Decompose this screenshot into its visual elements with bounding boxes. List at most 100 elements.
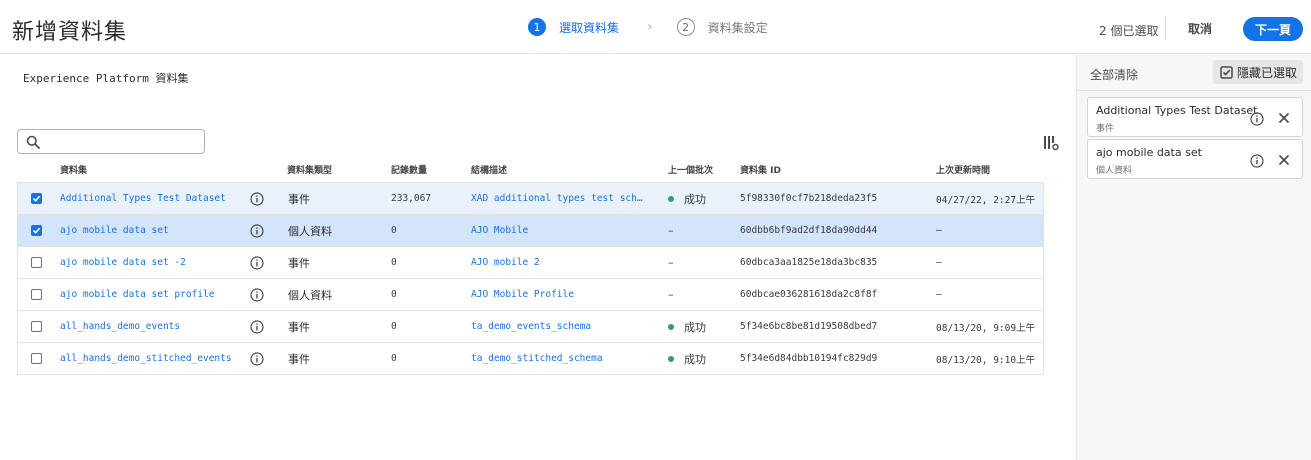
dataset-id: 5f34e6d84dbb10194fc829d9: [740, 353, 878, 364]
status-dot-icon: [668, 195, 674, 202]
last-batch-status: 成功: [668, 343, 728, 374]
row-checkbox[interactable]: [31, 183, 43, 214]
step-number: 1: [528, 18, 546, 36]
info-icon[interactable]: [1250, 154, 1264, 168]
schema-link[interactable]: AJO Mobile Profile: [471, 279, 643, 310]
dataset-id: 60dbca3aa1825e18da3bc835: [740, 257, 878, 268]
info-icon[interactable]: [250, 255, 264, 270]
column-header-last-batch[interactable]: 上一個批次: [668, 163, 713, 176]
schema-link[interactable]: XAD additional types test sch…: [471, 183, 643, 214]
column-header-last-updated[interactable]: 上次更新時間: [936, 163, 990, 176]
info-icon[interactable]: [250, 351, 264, 366]
last-batch-status: –: [668, 279, 728, 310]
checkbox[interactable]: [31, 193, 42, 204]
step-dataset-settings[interactable]: 2 資料集設定: [676, 18, 768, 36]
column-header-dataset-id[interactable]: 資料集 ID: [740, 163, 781, 176]
info-button[interactable]: [250, 343, 266, 374]
last-batch-label: 成功: [684, 320, 706, 334]
dataset-id: 60dbcae036281618da2c8f8f: [740, 289, 878, 300]
clear-all-button[interactable]: 全部清除: [1090, 66, 1138, 83]
close-icon[interactable]: [1277, 111, 1291, 125]
dataset-name-link[interactable]: all_hands_demo_events: [60, 311, 240, 342]
row-checkbox[interactable]: [31, 215, 43, 246]
info-button[interactable]: [1250, 153, 1264, 168]
info-icon[interactable]: [250, 191, 264, 206]
info-icon[interactable]: [250, 319, 264, 334]
row-checkbox[interactable]: [31, 311, 43, 342]
column-header-dataset[interactable]: 資料集: [60, 163, 87, 176]
header: 新增資料集 1 選取資料集 › 2 資料集設定 2 個已選取 取消 下一頁: [0, 0, 1311, 54]
table-body: Additional Types Test Dataset 事件 233,067…: [17, 182, 1044, 375]
record-count: 0: [391, 257, 397, 268]
dataset-type: 事件: [288, 256, 310, 270]
row-checkbox[interactable]: [31, 279, 43, 310]
record-count: 0: [391, 321, 397, 332]
datasets-table: 資料集 資料集類型 記錄數量 結構描述 上一個批次 資料集 ID 上次更新時間 …: [17, 155, 1044, 375]
dataset-name-link[interactable]: Additional Types Test Dataset: [60, 183, 240, 214]
checkbox[interactable]: [31, 321, 42, 332]
checkbox[interactable]: [31, 257, 42, 268]
selected-count: 2 個已選取: [1099, 24, 1159, 38]
stepper: 1 選取資料集 › 2 資料集設定: [528, 18, 768, 36]
page-title: 新增資料集: [12, 20, 128, 45]
status-dot-icon: [668, 323, 674, 330]
schema-link[interactable]: AJO Mobile: [471, 215, 643, 246]
dataset-id: 5f98330f0cf7b218deda23f5: [740, 193, 878, 204]
dataset-name-link[interactable]: all_hands_demo_stitched_events: [60, 343, 240, 374]
table-header: 資料集 資料集類型 記錄數量 結構描述 上一個批次 資料集 ID 上次更新時間: [17, 155, 1044, 182]
status-dot-icon: [668, 355, 674, 362]
checkbox[interactable]: [31, 225, 42, 236]
checkbox[interactable]: [31, 353, 42, 364]
hide-selected-button[interactable]: 隱藏已選取: [1213, 60, 1303, 84]
table-row[interactable]: ajo mobile data set -2 事件 0 AJO mobile 2…: [18, 247, 1043, 279]
info-icon[interactable]: [250, 287, 264, 302]
dataset-type: 事件: [288, 320, 310, 334]
next-button[interactable]: 下一頁: [1243, 17, 1303, 41]
column-settings-icon[interactable]: [1043, 135, 1059, 151]
dataset-type: 個人資料: [288, 224, 332, 238]
dataset-name-link[interactable]: ajo mobile data set profile: [60, 279, 240, 310]
table-row[interactable]: ajo mobile data set 個人資料 0 AJO Mobile – …: [18, 215, 1043, 247]
record-count: 0: [391, 289, 397, 300]
row-checkbox[interactable]: [31, 247, 43, 278]
row-checkbox[interactable]: [31, 343, 43, 374]
search-field[interactable]: [17, 129, 205, 154]
last-batch-label: 成功: [684, 352, 706, 366]
last-updated: –: [936, 289, 942, 300]
column-header-count[interactable]: 記錄數量: [391, 163, 427, 176]
info-button[interactable]: [250, 311, 266, 342]
info-button[interactable]: [250, 215, 266, 246]
dataset-name-link[interactable]: ajo mobile data set -2: [60, 247, 240, 278]
info-icon[interactable]: [1250, 112, 1264, 126]
checkbox[interactable]: [31, 289, 42, 300]
last-updated: 08/13/20, 9:10上午: [936, 354, 1036, 366]
step-label: 選取資料集: [559, 20, 620, 35]
schema-link[interactable]: AJO mobile 2: [471, 247, 643, 278]
last-updated: –: [936, 225, 942, 236]
selected-dataset-type: 個人資料: [1096, 166, 1133, 176]
info-button[interactable]: [250, 279, 266, 310]
table-row[interactable]: all_hands_demo_events 事件 0 ta_demo_event…: [18, 311, 1043, 343]
info-button[interactable]: [1250, 111, 1264, 126]
dataset-name-link[interactable]: ajo mobile data set: [60, 215, 240, 246]
cancel-button[interactable]: 取消: [1182, 17, 1218, 39]
chevron-right-icon: ›: [647, 19, 653, 35]
table-row[interactable]: Additional Types Test Dataset 事件 233,067…: [18, 183, 1043, 215]
info-button[interactable]: [250, 183, 266, 214]
table-row[interactable]: ajo mobile data set profile 個人資料 0 AJO M…: [18, 279, 1043, 311]
column-header-schema[interactable]: 結構描述: [471, 163, 507, 176]
last-updated: 04/27/22, 2:27上午: [936, 194, 1036, 206]
search-input[interactable]: [46, 133, 196, 151]
last-batch-label: 成功: [684, 192, 706, 206]
info-button[interactable]: [250, 247, 266, 278]
last-batch-status: 成功: [668, 311, 728, 342]
step-select-datasets[interactable]: 1 選取資料集: [528, 18, 619, 36]
schema-link[interactable]: ta_demo_events_schema: [471, 311, 643, 342]
checkbox-icon: [1220, 65, 1233, 79]
main-content: Experience Platform 資料集 資料集 資料集類型 記錄數量 結…: [0, 55, 1076, 460]
close-icon[interactable]: [1277, 153, 1291, 167]
schema-link[interactable]: ta_demo_stitched_schema: [471, 343, 643, 374]
table-row[interactable]: all_hands_demo_stitched_events 事件 0 ta_d…: [18, 343, 1043, 375]
info-icon[interactable]: [250, 223, 264, 238]
column-header-type[interactable]: 資料集類型: [287, 163, 332, 176]
